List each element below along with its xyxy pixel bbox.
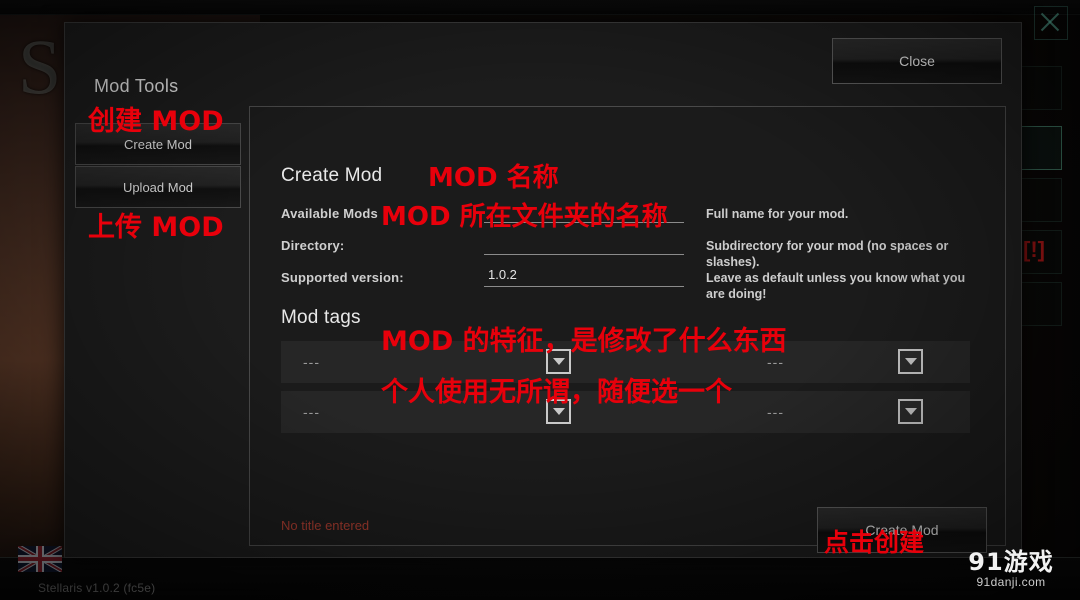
label-available-mods: Available Mods — [281, 206, 378, 221]
tag-row-2-left-dropdown[interactable] — [546, 399, 571, 424]
game-screen: S [!] Stellaris v1.0.2 (fc5e) Mod Tools … — [0, 0, 1080, 600]
help-text-name: Full name for your mod. — [706, 207, 849, 221]
tab-upload-mod[interactable]: Upload Mod — [75, 166, 241, 208]
game-version-text: Stellaris v1.0.2 (fc5e) — [38, 581, 156, 595]
input-available-mods[interactable] — [484, 199, 684, 223]
tag-row-1-left-dropdown[interactable] — [546, 349, 571, 374]
tab-rail: Create Mod Upload Mod — [75, 123, 241, 209]
tag-row[interactable]: --- --- — [281, 391, 970, 433]
tag-row-2-right-value: --- — [767, 404, 784, 420]
mod-tags-heading: Mod tags — [281, 307, 361, 328]
chevron-down-icon — [552, 408, 565, 415]
dialog-title: Mod Tools — [94, 76, 179, 96]
input-supported-version[interactable]: 1.0.2 — [484, 263, 684, 287]
close-x-icon[interactable] — [1034, 6, 1068, 40]
tag-row-2-right-dropdown[interactable] — [898, 399, 923, 424]
panel-heading: Create Mod — [281, 165, 383, 186]
chevron-down-icon — [552, 358, 565, 365]
help-text-directory: Subdirectory for your mod (no spaces or … — [706, 239, 966, 301]
tag-row-1-right-dropdown[interactable] — [898, 349, 923, 374]
label-supported-version: Supported version: — [281, 270, 404, 285]
label-directory: Directory: — [281, 238, 345, 253]
chevron-down-icon — [904, 358, 917, 365]
game-statusbar — [0, 557, 1080, 600]
create-mod-button[interactable]: Create Mod — [817, 507, 987, 553]
tag-row[interactable]: --- --- — [281, 341, 970, 383]
union-jack-flag[interactable] — [18, 546, 62, 572]
close-button[interactable]: Close — [832, 38, 1002, 84]
game-topbar — [0, 0, 1080, 15]
stellaris-logo-letter: S — [18, 23, 64, 110]
hud-alert-icon: [!] — [1023, 237, 1045, 262]
tag-row-1-left-value: --- — [303, 354, 320, 370]
chevron-down-icon — [904, 408, 917, 415]
input-directory[interactable] — [484, 231, 684, 255]
create-mod-panel: Create Mod Available Mods Directory: Sup… — [249, 106, 1006, 553]
tag-row-2-left-value: --- — [303, 404, 320, 420]
status-message: No title entered — [281, 518, 370, 533]
mod-tools-dialog: Mod Tools Close Create Mod Upload Mod Cr… — [64, 22, 1022, 558]
tag-row-1-right-value: --- — [767, 354, 784, 370]
tab-create-mod[interactable]: Create Mod — [75, 123, 241, 165]
